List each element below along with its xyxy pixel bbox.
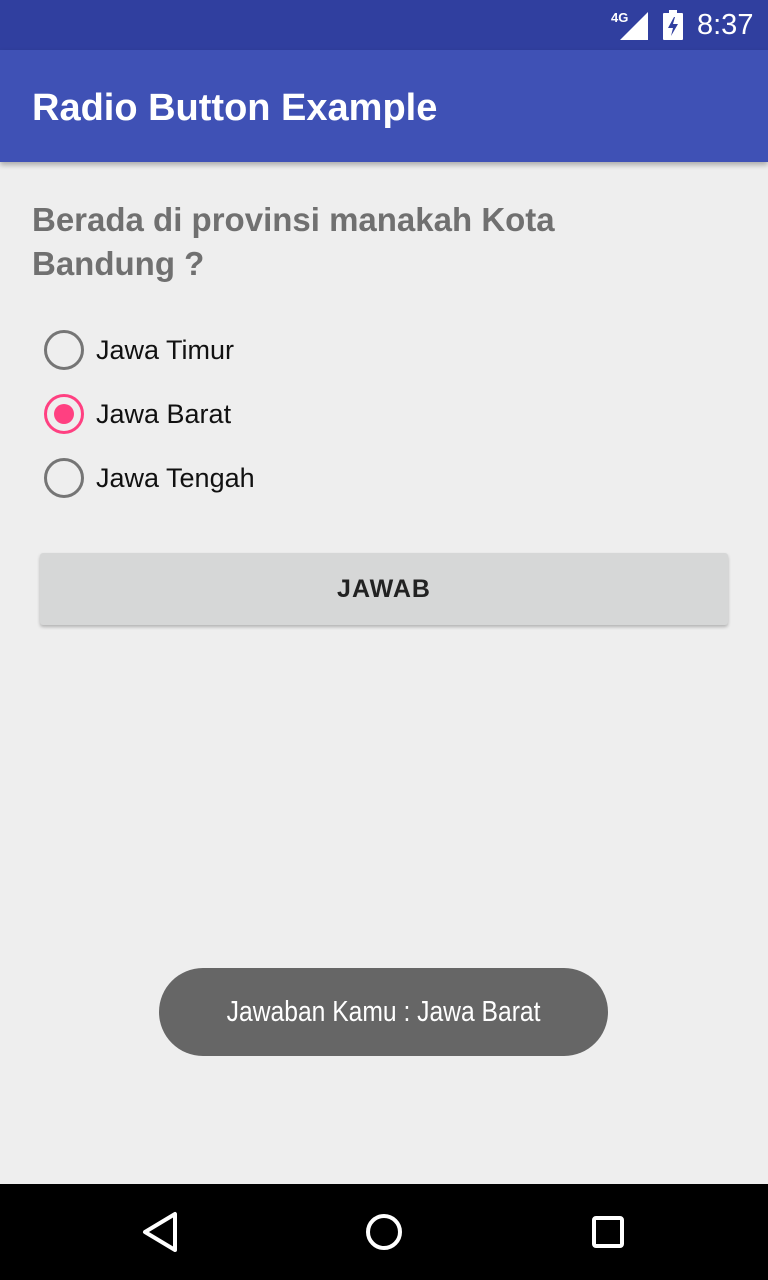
recents-icon [592, 1216, 624, 1248]
question-text: Berada di provinsi manakah Kota Bandung … [32, 201, 555, 282]
home-icon [366, 1214, 402, 1250]
radio-option-label: Jawa Timur [96, 335, 235, 365]
app-bar: Radio Button Example [0, 50, 768, 162]
back-button[interactable] [112, 1184, 208, 1280]
radio-option-label: Jawa Barat [96, 399, 232, 429]
radio-dot [54, 404, 74, 424]
toast-text: Jawaban Kamu : Jawa Barat [226, 996, 541, 1028]
recents-button[interactable] [560, 1184, 656, 1280]
answer-radio-group: Jawa Timur Jawa Barat Jawa Tengah [44, 330, 444, 522]
radio-unchecked-icon[interactable] [44, 458, 84, 498]
answer-button[interactable]: JAWAB [40, 553, 728, 625]
navigation-bar [0, 1184, 768, 1280]
app-title: Radio Button Example [32, 87, 438, 129]
radio-option-jawa-barat[interactable]: Jawa Barat [44, 394, 444, 458]
radio-option-jawa-tengah[interactable]: Jawa Tengah [44, 458, 444, 522]
back-icon [143, 1212, 177, 1252]
radio-option-label: Jawa Tengah [96, 463, 255, 493]
home-button[interactable] [336, 1184, 432, 1280]
radio-option-jawa-timur[interactable]: Jawa Timur [44, 330, 444, 394]
cell-signal-icon [620, 12, 648, 40]
battery-charging-icon [663, 10, 683, 40]
status-clock: 8:37 [697, 9, 754, 41]
toast-message: Jawaban Kamu : Jawa Barat [159, 968, 608, 1056]
radio-unchecked-icon[interactable] [44, 330, 84, 370]
radio-checked-icon[interactable] [44, 394, 84, 434]
status-bar: 4G 8:37 [0, 0, 768, 50]
